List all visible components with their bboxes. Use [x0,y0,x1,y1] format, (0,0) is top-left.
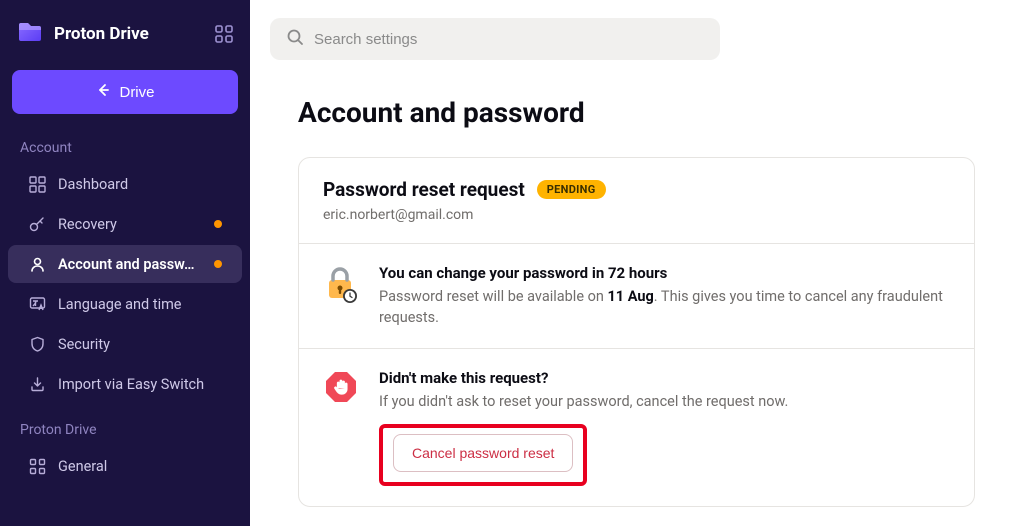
topbar [250,0,1023,68]
key-icon [28,215,46,233]
sidebar-item-label: Security [58,336,222,353]
notification-dot-icon [214,220,222,228]
grid-icon [28,175,46,193]
shield-icon [28,335,46,353]
reset-request-title: Password reset request [323,178,525,201]
card-header-section: Password reset request PENDING eric.norb… [299,158,974,244]
sidebar-item-label: Account and passw… [58,256,202,273]
sidebar-item-label: Import via Easy Switch [58,376,222,393]
wait-section: You can change your password in 72 hours… [299,244,974,349]
sidebar-item-recovery[interactable]: Recovery [8,205,242,243]
sidebar-item-label: Dashboard [58,176,222,193]
account-email: eric.norbert@gmail.com [323,207,950,223]
main-content: Account and password Password reset requ… [250,0,1023,526]
wait-text: Password reset will be available on 11 A… [379,286,950,328]
sidebar-item-security[interactable]: Security [8,325,242,363]
drive-logo-icon [16,18,44,50]
sidebar-item-easy-switch[interactable]: Import via Easy Switch [8,365,242,403]
sidebar-header: Proton Drive [0,0,250,62]
cancel-reset-button[interactable]: Cancel password reset [393,434,573,472]
notification-dot-icon [214,260,222,268]
sidebar: Proton Drive Drive Account Dashboar [0,0,250,526]
arrow-left-icon [95,82,111,102]
status-badge: PENDING [537,180,606,199]
password-reset-card: Password reset request PENDING eric.norb… [298,157,975,507]
apps-grid-icon[interactable] [214,24,234,44]
sidebar-item-account-password[interactable]: Account and passw… [8,245,242,283]
sidebar-item-label: Language and time [58,296,222,313]
back-to-drive-button[interactable]: Drive [12,70,238,114]
sidebar-item-label: General [58,458,222,475]
highlight-annotation: Cancel password reset [379,424,587,486]
section-label-drive: Proton Drive [0,404,250,446]
cancel-text: If you didn't ask to reset your password… [379,391,950,412]
grid-small-icon [28,457,46,475]
page-title: Account and password [298,96,975,129]
cancel-title: Didn't make this request? [379,369,950,387]
app-name: Proton Drive [54,24,149,44]
search-box[interactable] [270,18,720,60]
sidebar-item-language-time[interactable]: Language and time [8,285,242,323]
stop-hand-icon [323,369,359,409]
language-icon [28,295,46,313]
available-date: 11 Aug [607,288,653,305]
cancel-section: Didn't make this request? If you didn't … [299,349,974,506]
sidebar-item-label: Recovery [58,216,202,233]
wait-title: You can change your password in 72 hours [379,264,950,282]
import-icon [28,375,46,393]
lock-clock-icon [323,264,359,308]
content-area: Account and password Password reset requ… [250,68,1023,526]
section-label-account: Account [0,122,250,164]
app-logo[interactable]: Proton Drive [16,18,149,50]
drive-button-label: Drive [119,84,154,101]
sidebar-item-dashboard[interactable]: Dashboard [8,165,242,203]
search-input[interactable] [314,31,704,48]
user-icon [28,255,46,273]
sidebar-item-general[interactable]: General [8,447,242,485]
search-icon [286,28,304,50]
